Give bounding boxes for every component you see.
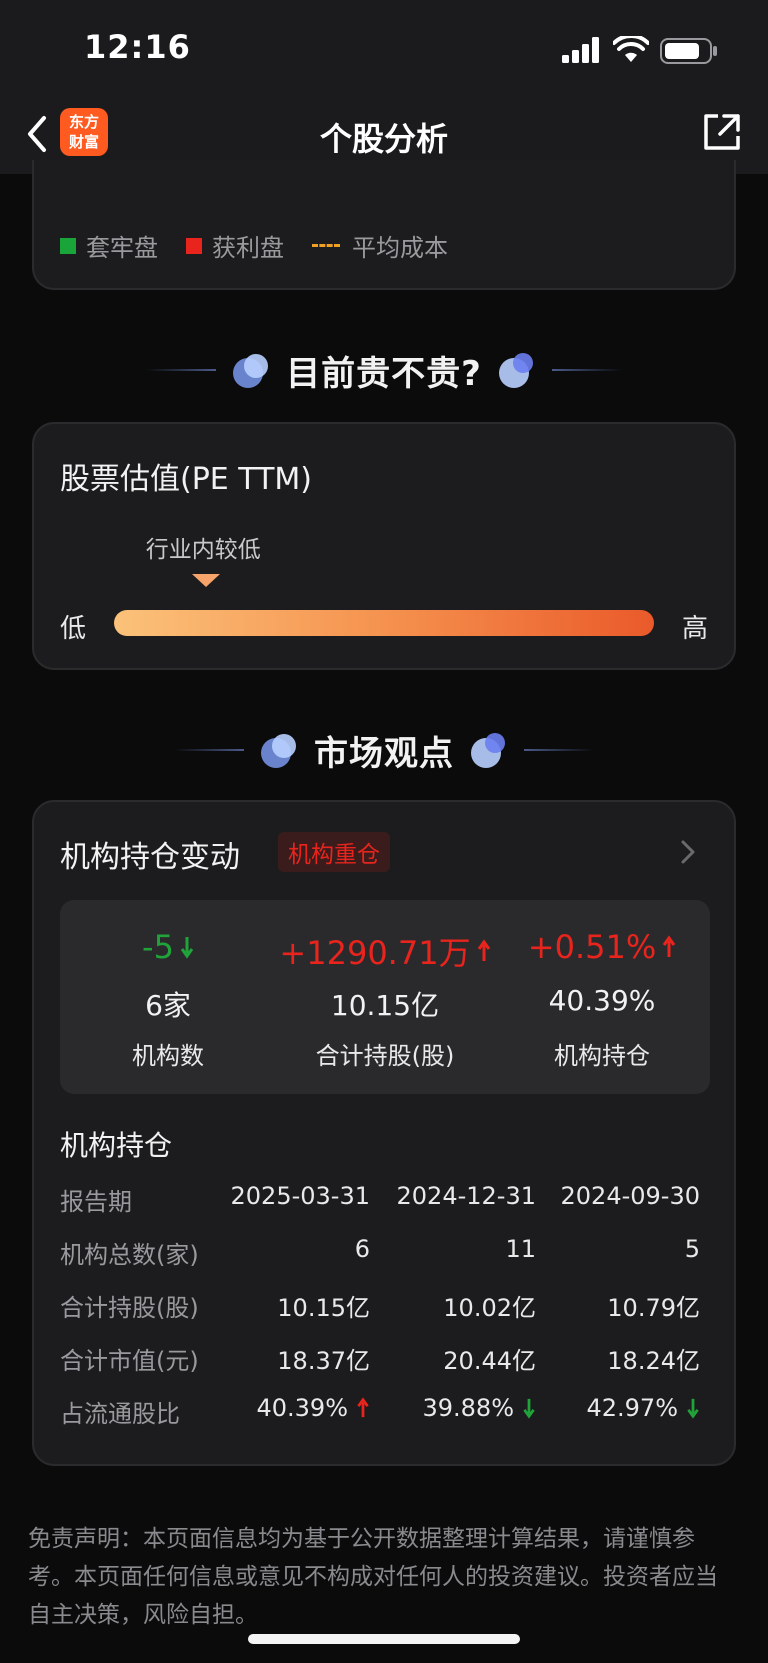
legend-dash-orange	[312, 244, 340, 247]
legend-item-trapped: 套牢盘	[60, 228, 158, 263]
bubble-icon	[261, 734, 296, 768]
table-cell: 10.15亿	[277, 1294, 370, 1322]
clock: 12:16	[84, 28, 191, 66]
bubble-icon	[471, 733, 505, 768]
bubble-icon	[233, 354, 269, 388]
valuation-gradient-bar	[114, 610, 654, 636]
arrow-down-icon	[180, 937, 194, 959]
share-icon[interactable]	[700, 110, 744, 154]
section-title: 市场观点	[314, 733, 454, 774]
summary-delta: +0.51%	[494, 928, 710, 966]
institution-card[interactable]: 机构持仓变动 机构重仓 -5 6家 机构数 +1290.71万 10.15亿 合…	[32, 800, 736, 1466]
table-cell: 18.37亿	[277, 1347, 370, 1375]
summary-value: 10.15亿	[330, 989, 440, 1022]
table-cell: 2025-03-31	[230, 1182, 370, 1210]
summary-col-holdings: +1290.71万 10.15亿 合计持股(股)	[277, 900, 493, 1094]
section-title: 目前贵不贵?	[286, 353, 482, 394]
summary-value: 6家	[145, 989, 191, 1022]
home-indicator[interactable]	[248, 1634, 520, 1644]
status-bar: 12:16	[0, 0, 768, 96]
table-cell-with-trend: 40.39%	[256, 1394, 370, 1422]
summary-value: 40.39%	[548, 984, 656, 1017]
table-cell: 6	[354, 1235, 370, 1263]
summary-delta: -5	[60, 928, 276, 966]
arrow-down-icon	[523, 1398, 535, 1419]
legend-item-profit: 获利盘	[186, 228, 284, 263]
section-heading-valuation: 目前贵不贵?	[0, 340, 768, 400]
table-cell: 合计市值(元)	[60, 1347, 199, 1375]
institution-tag: 机构重仓	[278, 832, 390, 872]
summary-col-count: -5 6家 机构数	[60, 900, 276, 1094]
arrow-up-icon	[357, 1397, 369, 1418]
table-cell: 报告期	[60, 1188, 132, 1216]
table-row: 合计市值(元) 18.37亿 20.44亿 18.24亿	[60, 1341, 710, 1394]
page-title: 个股分析	[319, 120, 448, 158]
table-cell: 占流通股比	[60, 1400, 180, 1428]
summary-label: 合计持股(股)	[315, 1042, 455, 1070]
table-cell-with-trend: 42.97%	[586, 1394, 700, 1422]
table-row: 机构总数(家) 6 11 5	[60, 1235, 710, 1288]
valuation-marker-label: 行业内较低	[145, 537, 261, 563]
table-cell: 20.44亿	[443, 1347, 536, 1375]
table-row: 合计持股(股) 10.15亿 10.02亿 10.79亿	[60, 1288, 710, 1341]
legend-swatch-red	[186, 237, 202, 254]
chip-distribution-card: 套牢盘 获利盘 平均成本	[32, 160, 736, 290]
table-cell: 合计持股(股)	[60, 1294, 199, 1322]
table-cell: 机构总数(家)	[60, 1241, 199, 1269]
summary-delta: +1290.71万	[277, 928, 493, 974]
table-cell: 5	[684, 1235, 700, 1263]
valuation-card: 股票估值(PE TTM) 行业内较低 低 高	[32, 422, 736, 670]
holdings-table: 报告期 2025-03-31 2024-12-31 2024-09-30 机构总…	[60, 1182, 710, 1447]
table-cell-with-trend: 39.88%	[422, 1394, 536, 1422]
chevron-right-icon[interactable]	[678, 838, 698, 866]
valuation-low-label: 低	[60, 614, 87, 644]
valuation-high-label: 高	[682, 614, 709, 644]
chip-legend: 套牢盘 获利盘 平均成本	[60, 228, 476, 263]
table-cell: 10.79亿	[607, 1294, 700, 1322]
table-cell: 18.24亿	[607, 1347, 700, 1375]
disclaimer-text: 免责声明：本页面信息均为基于公开数据整理计算结果，请谨慎参考。本页面任何信息或意…	[28, 1526, 718, 1628]
section-heading-market: 市场观点	[0, 720, 768, 780]
table-cell: 11	[505, 1235, 536, 1263]
institution-summary: -5 6家 机构数 +1290.71万 10.15亿 合计持股(股) +0.51…	[60, 900, 710, 1094]
institution-title: 机构持仓变动	[60, 840, 240, 875]
arrow-up-icon	[477, 939, 490, 961]
wifi-icon	[613, 36, 649, 62]
holdings-table-title: 机构持仓	[60, 1129, 173, 1162]
valuation-title: 股票估值(PE TTM)	[60, 462, 312, 497]
table-row: 占流通股比 40.39% 39.88% 42.97%	[60, 1394, 710, 1447]
table-header-row: 报告期 2025-03-31 2024-12-31 2024-09-30	[60, 1182, 710, 1235]
legend-item-average-cost: 平均成本	[312, 228, 448, 263]
table-cell: 2024-09-30	[560, 1182, 700, 1210]
cellular-signal-icon	[562, 37, 599, 63]
table-cell: 2024-12-31	[396, 1182, 536, 1210]
bubble-icon	[498, 353, 533, 388]
summary-label: 机构数	[132, 1042, 204, 1070]
summary-label: 机构持仓	[554, 1042, 650, 1070]
battery-icon	[660, 38, 717, 64]
valuation-marker	[191, 574, 220, 587]
summary-col-position: +0.51% 40.39% 机构持仓	[494, 900, 710, 1094]
legend-swatch-green	[60, 237, 76, 254]
table-cell: 10.02亿	[443, 1294, 536, 1322]
arrow-down-icon	[687, 1398, 699, 1419]
arrow-up-icon	[663, 935, 676, 957]
